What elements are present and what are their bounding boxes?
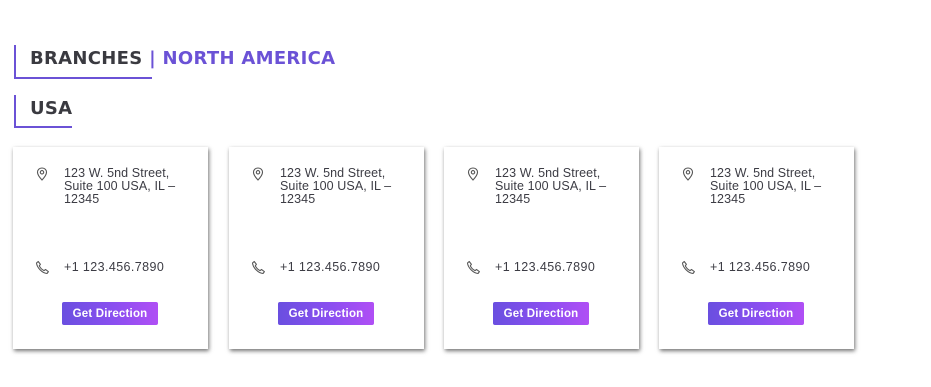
- branch-card: 123 W. 5nd Street, Suite 100 USA, IL – 1…: [659, 147, 854, 349]
- branch-address: 123 W. 5nd Street, Suite 100 USA, IL – 1…: [464, 167, 627, 206]
- phone-number[interactable]: +1 123.456.7890: [64, 261, 164, 274]
- map-pin-icon: [33, 167, 51, 181]
- address-line-3: 12345: [495, 192, 531, 206]
- branch-card: 123 W. 5nd Street, Suite 100 USA, IL – 1…: [444, 147, 639, 349]
- branch-address: 123 W. 5nd Street, Suite 100 USA, IL – 1…: [33, 167, 196, 206]
- phone-number[interactable]: +1 123.456.7890: [495, 261, 595, 274]
- address-line-3: 12345: [64, 192, 100, 206]
- branch-phone: +1 123.456.7890: [33, 260, 196, 275]
- heading-separator: |: [149, 48, 156, 69]
- branches-heading: BRANCHES | NORTH AMERICA: [14, 45, 335, 79]
- country-heading-underline: [14, 126, 72, 128]
- phone-icon: [33, 260, 51, 275]
- phone-icon: [464, 260, 482, 275]
- branch-address: 123 W. 5nd Street, Suite 100 USA, IL – 1…: [249, 167, 412, 206]
- branch-address: 123 W. 5nd Street, Suite 100 USA, IL – 1…: [679, 167, 842, 206]
- map-pin-icon: [464, 167, 482, 181]
- branches-heading-text: BRANCHES | NORTH AMERICA: [16, 45, 335, 70]
- get-direction-button[interactable]: Get Direction: [708, 302, 804, 325]
- get-direction-button[interactable]: Get Direction: [278, 302, 374, 325]
- phone-number[interactable]: +1 123.456.7890: [280, 261, 380, 274]
- phone-icon: [249, 260, 267, 275]
- map-pin-icon: [249, 167, 267, 181]
- get-direction-button[interactable]: Get Direction: [62, 302, 158, 325]
- branch-phone: +1 123.456.7890: [679, 260, 842, 275]
- address-line-3: 12345: [280, 192, 316, 206]
- branch-phone: +1 123.456.7890: [464, 260, 627, 275]
- country-heading: USA: [14, 95, 72, 128]
- branches-heading-underline: [14, 77, 152, 79]
- branch-card: 123 W. 5nd Street, Suite 100 USA, IL – 1…: [229, 147, 424, 349]
- phone-icon: [679, 260, 697, 275]
- region-label: NORTH AMERICA: [162, 48, 336, 69]
- branches-label: BRANCHES: [30, 48, 143, 69]
- get-direction-button[interactable]: Get Direction: [493, 302, 589, 325]
- branch-card: 123 W. 5nd Street, Suite 100 USA, IL – 1…: [13, 147, 208, 349]
- address-line-3: 12345: [710, 192, 746, 206]
- map-pin-icon: [679, 167, 697, 181]
- country-label: USA: [30, 98, 73, 119]
- phone-number[interactable]: +1 123.456.7890: [710, 261, 810, 274]
- branch-phone: +1 123.456.7890: [249, 260, 412, 275]
- branches-page: BRANCHES | NORTH AMERICA USA 123 W. 5nd …: [0, 0, 931, 387]
